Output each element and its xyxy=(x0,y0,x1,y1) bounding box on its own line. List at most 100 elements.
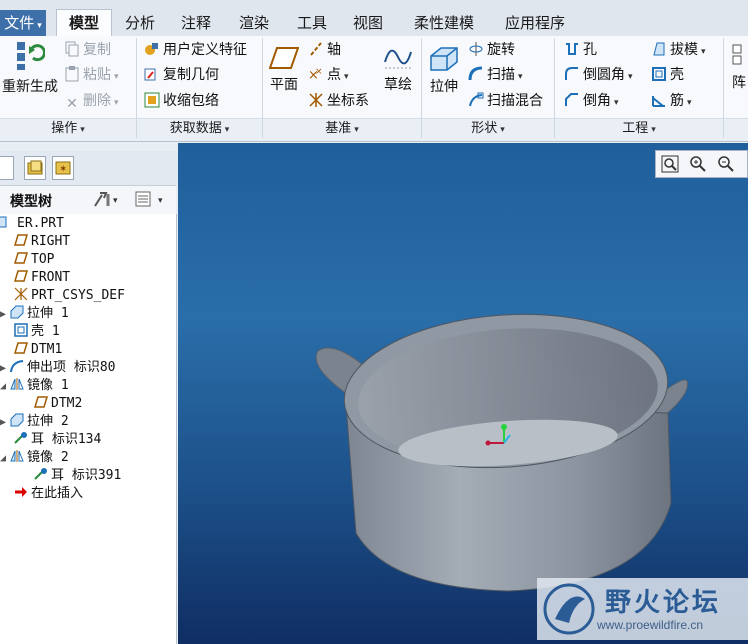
tab-file[interactable]: 文件 ▾ xyxy=(0,10,46,36)
ear-icon xyxy=(14,432,27,444)
zoom-in-button[interactable] xyxy=(688,154,708,174)
group-label-operations[interactable]: 操作 ▾ xyxy=(0,120,136,138)
copy-icon xyxy=(65,41,79,57)
tools-icon: ▾ xyxy=(94,192,118,207)
tab-applications[interactable]: 应用程序 xyxy=(494,10,576,36)
tree-node[interactable]: 壳 1 xyxy=(14,323,60,341)
datum-axis-button[interactable]: 轴 xyxy=(308,39,341,61)
refit-button[interactable] xyxy=(660,154,680,174)
chamfer-button[interactable]: 倒角 ▾ xyxy=(564,90,619,112)
udf-button[interactable]: 用户定义特征 xyxy=(144,39,247,61)
tab-tools[interactable]: 工具 xyxy=(288,10,336,36)
paste-button[interactable]: 粘贴 ▾ xyxy=(64,64,119,86)
delete-button[interactable]: ✕ 删除 ▾ xyxy=(64,90,118,112)
group-separator xyxy=(723,38,724,138)
datum-plane-button[interactable]: 平面 xyxy=(266,46,302,94)
datum-plane-icon xyxy=(34,396,48,408)
extrude-button[interactable]: 拉伸 xyxy=(426,46,462,96)
hole-icon xyxy=(566,43,578,55)
favorites-tab[interactable]: ✶ xyxy=(52,156,74,180)
tree-node[interactable]: ◢ 镜像 2 xyxy=(0,449,69,467)
regenerate-icon xyxy=(17,42,45,70)
expand-toggle[interactable]: ▶ xyxy=(0,360,10,378)
round-button[interactable]: 倒圆角 ▾ xyxy=(564,64,633,86)
tree-node[interactable]: 耳 标识134 xyxy=(14,431,101,449)
folder-browser-tab[interactable] xyxy=(24,156,46,180)
copy-geometry-button[interactable]: 复制几何 xyxy=(144,64,219,86)
datum-plane-icon xyxy=(14,342,28,354)
paste-icon xyxy=(65,66,79,82)
svg-text:×: × xyxy=(315,67,323,77)
csys-icon xyxy=(14,287,28,301)
datum-plane-icon xyxy=(14,270,28,282)
expand-toggle[interactable]: ◢ xyxy=(0,450,10,468)
tree-node[interactable]: ▶ 拉伸 2 xyxy=(0,413,69,431)
tree-node[interactable]: RIGHT xyxy=(14,233,70,251)
tree-node[interactable]: DTM2 xyxy=(34,395,82,413)
tab-flexible-modeling[interactable]: 柔性建模 xyxy=(402,10,486,36)
tree-node[interactable]: DTM1 xyxy=(14,341,62,359)
tree-node[interactable]: PRT_CSYS_DEF xyxy=(14,287,125,305)
sketch-icon xyxy=(384,49,412,69)
pot-model xyxy=(315,313,688,592)
tab-annotate[interactable]: 注释 xyxy=(172,10,220,36)
rib-button[interactable]: 筋 ▾ xyxy=(651,90,692,112)
tab-analysis[interactable]: 分析 xyxy=(116,10,164,36)
datum-point-button[interactable]: × × 点 ▾ xyxy=(308,64,349,86)
tree-node[interactable]: ▶ 拉伸 1 xyxy=(0,305,69,323)
list-icon: ▾ xyxy=(135,191,163,207)
ribbon-panel: 重新生成 复制 粘贴 ▾ ✕ 删除 ▾ 操作 ▾ 用户定义特征 复制几何 收缩包络 获取… xyxy=(0,36,748,142)
tree-columns-button[interactable]: ▾ xyxy=(134,190,170,212)
navigator-tabs: ✶ xyxy=(0,151,178,185)
tree-node[interactable]: FRONT xyxy=(14,269,70,287)
group-label-shapes[interactable]: 形状 ▾ xyxy=(422,120,554,138)
sketch-button[interactable]: 草绘 xyxy=(380,44,416,94)
group-label-engineering[interactable]: 工程 ▾ xyxy=(555,120,723,138)
watermark-title: 野火论坛 xyxy=(605,588,722,618)
model-tree: ER.PRT RIGHT TOP FRONT PRT_CSYS_DEF ▶ 拉伸 … xyxy=(0,214,177,644)
tree-node[interactable]: 在此插入 xyxy=(14,485,83,503)
tree-node[interactable]: 耳 标识391 xyxy=(34,467,121,485)
delete-icon: ✕ xyxy=(66,96,78,112)
datum-csys-button[interactable]: 坐标系 xyxy=(308,90,369,112)
protrusion-icon xyxy=(10,360,24,373)
svg-text:▾: ▾ xyxy=(158,196,163,206)
graphics-viewport[interactable] xyxy=(178,143,748,644)
expand-toggle[interactable]: ▶ xyxy=(0,306,10,324)
extrude-icon xyxy=(430,47,458,71)
zoom-out-button[interactable] xyxy=(716,154,736,174)
expand-toggle[interactable]: ◢ xyxy=(0,378,10,396)
tree-node[interactable]: ▶ 伸出项 标识80 xyxy=(0,359,115,377)
view-toolbar xyxy=(655,150,748,178)
hole-button[interactable]: 孔 xyxy=(564,39,597,61)
group-label-get-data[interactable]: 获取数据 ▾ xyxy=(137,120,262,138)
copy-button[interactable]: 复制 xyxy=(64,39,111,61)
tab-model[interactable]: 模型 xyxy=(56,9,112,37)
revolve-button[interactable]: 旋转 xyxy=(468,39,515,61)
model-tree-header: 模型树 ▾ ▾ xyxy=(0,185,176,215)
group-label-datum[interactable]: 基准 ▾ xyxy=(263,120,421,138)
pattern-button[interactable]: 阵 xyxy=(730,42,748,92)
swept-blend-button[interactable]: 扫描混合 xyxy=(468,90,543,112)
tab-render[interactable]: 渲染 xyxy=(228,10,280,36)
tab-view[interactable]: 视图 xyxy=(344,10,392,36)
sweep-icon xyxy=(468,66,483,81)
part-icon xyxy=(0,216,7,228)
svg-text:✶: ✶ xyxy=(59,164,67,175)
ribbon-tab-bar: 文件 ▾ 模型 分析 注释 渲染 工具 视图 柔性建模 应用程序 xyxy=(0,0,748,37)
tree-settings-button[interactable]: ▾ xyxy=(92,190,122,212)
expand-toggle[interactable]: ▶ xyxy=(0,414,10,432)
sweep-button[interactable]: 扫描 ▾ xyxy=(468,64,523,86)
shrinkwrap-button[interactable]: 收缩包络 xyxy=(144,90,219,112)
shell-button[interactable]: 壳 xyxy=(651,64,684,86)
tree-node[interactable]: TOP xyxy=(14,251,54,269)
regenerate-button[interactable]: 重新生成 xyxy=(0,40,60,96)
tree-node[interactable]: ER.PRT xyxy=(0,215,64,233)
point-icon: ×× xyxy=(308,67,323,82)
tree-node[interactable]: ◢ 镜像 1 xyxy=(0,377,69,395)
shell-icon xyxy=(14,323,28,337)
copy-geometry-icon xyxy=(144,68,156,81)
swept-blend-icon xyxy=(469,92,484,107)
model-tree-tab[interactable] xyxy=(0,156,14,180)
draft-button[interactable]: 拔模 ▾ xyxy=(651,39,706,61)
